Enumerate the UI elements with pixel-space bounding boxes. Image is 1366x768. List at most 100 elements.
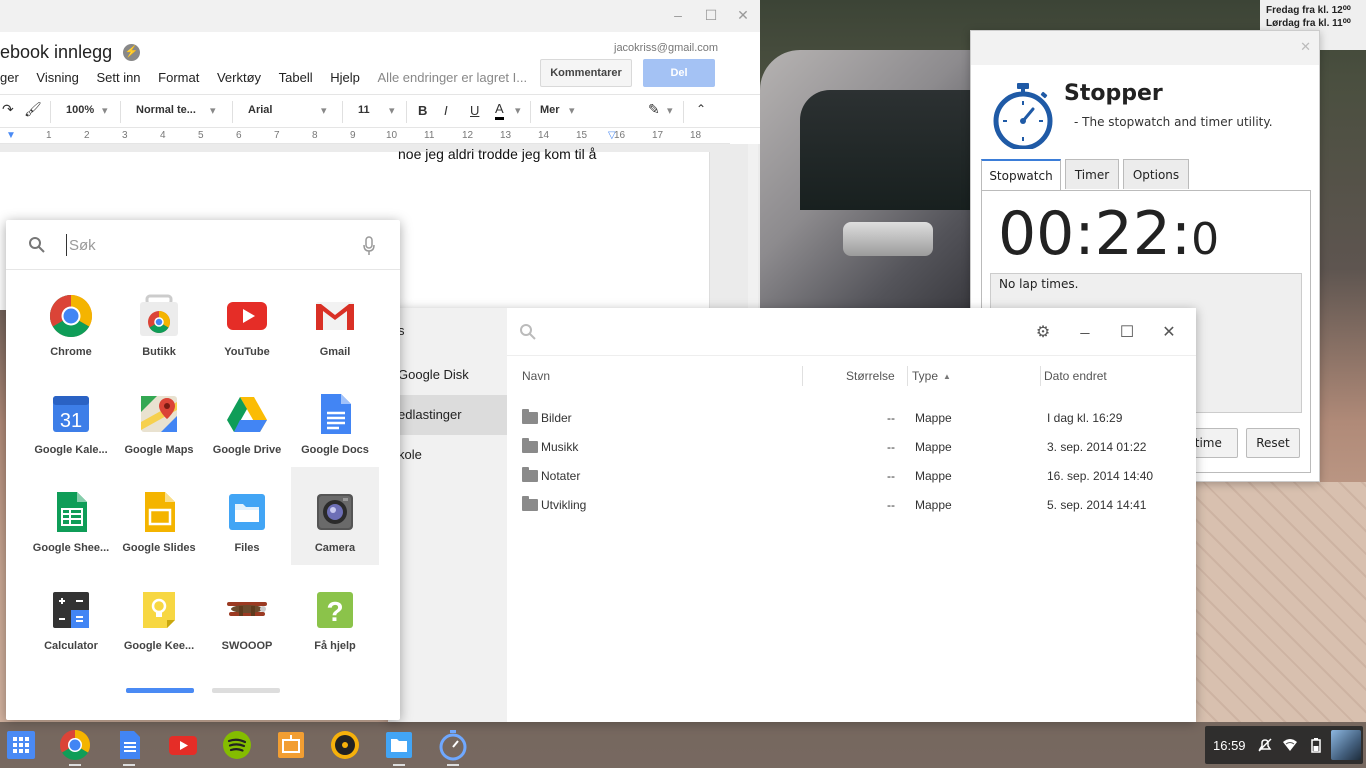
menu-item-view[interactable]: Visning <box>36 70 78 85</box>
document-title[interactable]: ebook innlegg <box>0 42 112 63</box>
file-date: 5. sep. 2014 14:41 <box>1047 498 1147 512</box>
file-row[interactable]: Musikk -- Mappe 3. sep. 2014 01:22 <box>507 433 1196 462</box>
column-type[interactable]: Type <box>912 369 938 383</box>
tab-timer[interactable]: Timer <box>1065 159 1119 189</box>
sidebar-item-school[interactable]: kole <box>388 435 507 475</box>
close-icon[interactable]: ✕ <box>735 7 751 23</box>
app-chrome[interactable]: Chrome <box>27 284 115 382</box>
column-size[interactable]: Størrelse <box>846 369 895 383</box>
docs-ruler[interactable]: ▼ 1 2 3 4 5 6 7 8 9 10 11 12 13 14 15 ▽ … <box>0 128 730 144</box>
avatar[interactable] <box>1331 730 1361 760</box>
text-color-button[interactable]: A <box>495 101 504 120</box>
column-divider[interactable] <box>802 366 803 386</box>
gear-icon[interactable]: ⚙ <box>1033 322 1053 342</box>
underline-button[interactable]: U <box>470 103 479 118</box>
italic-button[interactable]: I <box>444 103 448 118</box>
paint-format-icon[interactable]: 🖌 <box>24 101 42 118</box>
comments-button[interactable]: Kommentarer <box>540 59 632 87</box>
search-icon[interactable] <box>519 323 537 341</box>
menu-item-help[interactable]: Hjelp <box>330 70 360 85</box>
menu-item-tools[interactable]: Verktøy <box>217 70 261 85</box>
tab-stopwatch[interactable]: Stopwatch <box>981 159 1061 190</box>
sidebar-item-downloads[interactable]: edlastinger <box>388 395 507 435</box>
document-body-text[interactable]: noe jeg aldri trodde jeg kom til å <box>398 146 596 162</box>
menu-item-table[interactable]: Tabell <box>279 70 313 85</box>
ruler-number: 12 <box>462 130 474 141</box>
more-button[interactable]: Mer <box>540 104 560 116</box>
app-calculator[interactable]: Calculator <box>27 578 115 676</box>
close-icon[interactable]: ✕ <box>1159 322 1179 342</box>
app-files[interactable]: Files <box>203 480 291 578</box>
stopwatch-titlebar[interactable]: ✕ <box>971 31 1319 65</box>
column-name[interactable]: Navn <box>522 369 550 383</box>
app-gmail[interactable]: Gmail <box>291 284 379 382</box>
sidebar-item-google-drive[interactable]: Google Disk <box>388 355 507 395</box>
tab-options[interactable]: Options <box>1123 159 1189 189</box>
shelf-item-music-player[interactable] <box>328 728 362 762</box>
zoom-select[interactable]: 100% <box>66 104 94 116</box>
wifi-icon[interactable] <box>1282 737 1298 753</box>
shelf-item-chrome[interactable] <box>58 728 92 766</box>
maximize-icon[interactable]: ☐ <box>703 7 719 23</box>
camera-icon <box>317 494 353 530</box>
app-swooop[interactable]: SWOOOP <box>203 578 291 676</box>
shelf-item-slides[interactable] <box>274 728 308 762</box>
app-drive[interactable]: Google Drive <box>203 382 291 480</box>
page-switcher-current[interactable] <box>126 688 194 693</box>
menu-item-file[interactable]: ger <box>0 70 19 85</box>
maximize-icon[interactable]: ☐ <box>1117 322 1137 342</box>
docs-scrollbar[interactable] <box>748 144 758 310</box>
launcher-search-input[interactable] <box>66 234 346 256</box>
offline-status-icon[interactable]: ⚡ <box>123 44 140 61</box>
shelf-item-youtube[interactable] <box>166 728 200 762</box>
notifications-off-icon[interactable] <box>1257 737 1273 753</box>
close-icon[interactable]: ✕ <box>1300 39 1311 55</box>
reset-button[interactable]: Reset <box>1246 428 1300 458</box>
app-sheets[interactable]: Google Shee... <box>27 480 115 578</box>
shelf-item-docs[interactable] <box>112 728 146 766</box>
app-docs[interactable]: Google Docs <box>291 382 379 480</box>
app-calendar[interactable]: 31 Google Kale... <box>27 382 115 480</box>
clock[interactable]: 16:59 <box>1213 738 1246 753</box>
docs-titlebar[interactable]: – ☐ ✕ <box>0 0 760 32</box>
shelf-item-spotify[interactable] <box>220 728 254 762</box>
sidebar-item-recent[interactable]: s <box>388 311 507 351</box>
save-status[interactable]: Alle endringer er lagret I... <box>378 70 528 85</box>
paragraph-style-select[interactable]: Normal te... <box>136 104 196 116</box>
share-button[interactable]: Del <box>643 59 715 87</box>
bold-button[interactable]: B <box>418 103 427 118</box>
file-row[interactable]: Bilder -- Mappe I dag kl. 16:29 <box>507 404 1196 433</box>
redo-icon[interactable]: ↷ <box>2 101 14 118</box>
file-row[interactable]: Notater -- Mappe 16. sep. 2014 14:40 <box>507 462 1196 491</box>
file-row[interactable]: Utvikling -- Mappe 5. sep. 2014 14:41 <box>507 491 1196 520</box>
app-webstore[interactable]: Butikk <box>115 284 203 382</box>
page-switcher[interactable] <box>212 688 280 693</box>
microphone-icon[interactable] <box>362 236 376 256</box>
menu-item-insert[interactable]: Sett inn <box>96 70 140 85</box>
app-maps[interactable]: Google Maps <box>115 382 203 480</box>
shelf-launcher-button[interactable] <box>4 728 38 762</box>
app-keep[interactable]: Google Kee... <box>115 578 203 676</box>
app-help[interactable]: ? Få hjelp <box>291 578 379 676</box>
edit-mode-icon[interactable]: ✎ <box>648 101 660 118</box>
account-email[interactable]: jacokriss@gmail.com <box>614 42 718 54</box>
menu-item-format[interactable]: Format <box>158 70 199 85</box>
toolbar-divider <box>530 101 531 123</box>
indent-marker-icon[interactable]: ▼ <box>6 130 16 141</box>
shelf-item-files[interactable] <box>382 728 416 766</box>
app-slides[interactable]: Google Slides <box>115 480 203 578</box>
font-select[interactable]: Arial <box>248 104 272 116</box>
battery-icon[interactable] <box>1308 737 1324 753</box>
collapse-menu-icon[interactable]: ⌃ <box>696 102 706 116</box>
shelf-item-stopwatch[interactable] <box>436 728 470 766</box>
status-tray[interactable]: 16:59 <box>1205 726 1363 764</box>
column-divider[interactable] <box>907 366 908 386</box>
minimize-icon[interactable]: – <box>670 7 686 23</box>
font-size-select[interactable]: 11 <box>358 104 370 116</box>
app-youtube[interactable]: YouTube <box>203 284 291 382</box>
column-divider[interactable] <box>1040 366 1041 386</box>
app-camera[interactable]: Camera <box>291 467 379 565</box>
calendar-icon: 31 <box>53 396 89 432</box>
minimize-icon[interactable]: _ <box>1075 318 1095 336</box>
column-date[interactable]: Dato endret <box>1044 369 1107 383</box>
